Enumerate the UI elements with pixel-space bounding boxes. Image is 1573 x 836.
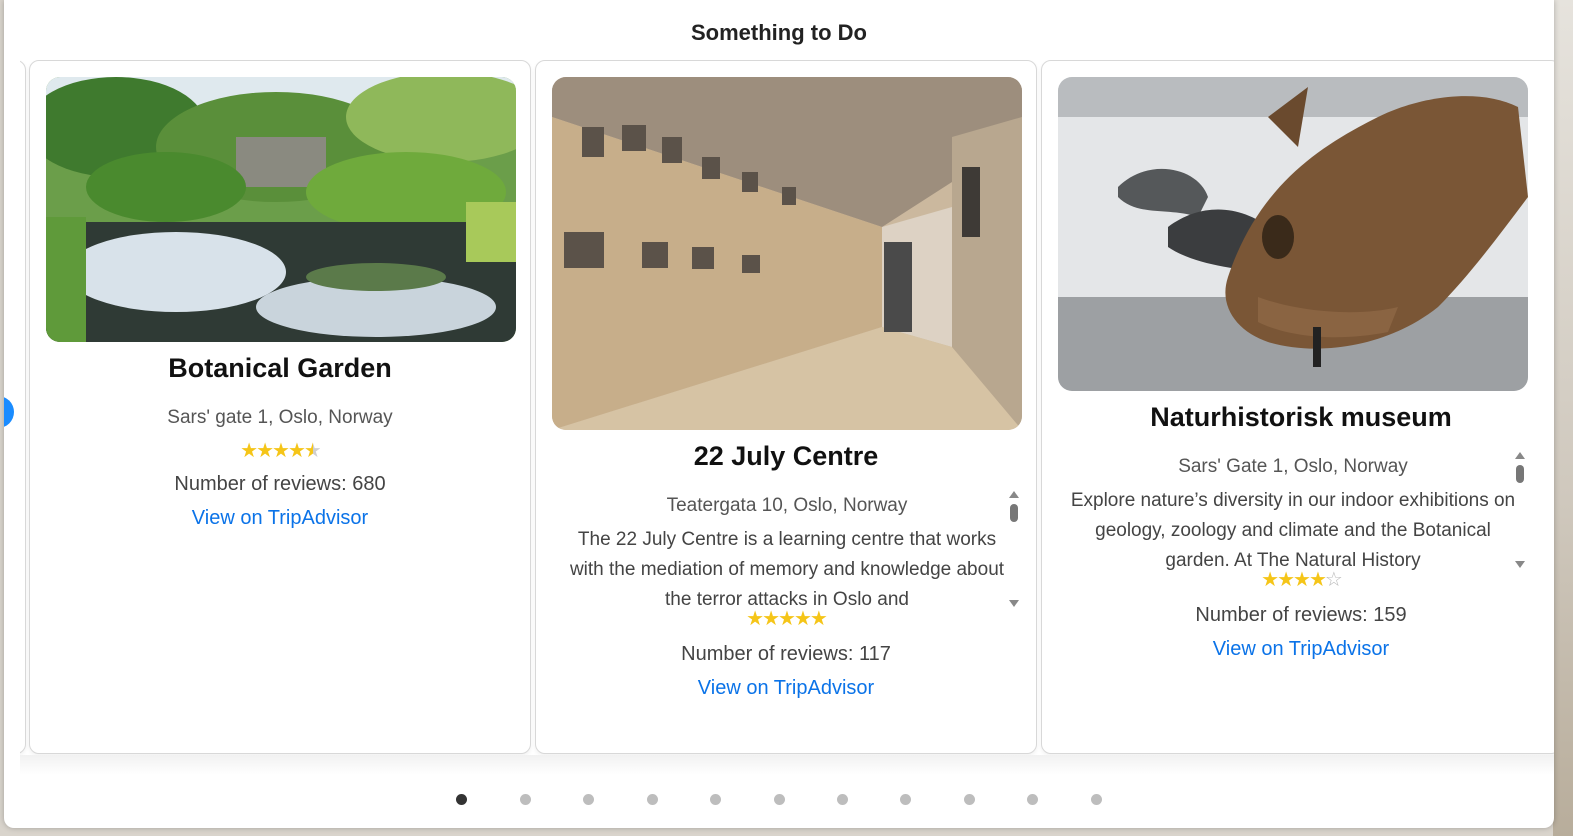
- review-count: Number of reviews: 680: [174, 473, 386, 495]
- attraction-name: 22 July Centre: [693, 441, 879, 471]
- star-icon: ★: [762, 608, 780, 630]
- pagination-dot[interactable]: [773, 794, 785, 805]
- attraction-name: Botanical Garden: [168, 353, 392, 383]
- carousel-card-previous: [20, 60, 26, 754]
- half-star-icon: ★: [303, 440, 322, 462]
- star-icon: ★: [256, 440, 274, 462]
- background-photo-edge: [1553, 0, 1573, 836]
- modal-title: Something to Do: [691, 20, 867, 45]
- description-scroll-area[interactable]: Teatergata 10, Oslo, Norway The 22 July …: [562, 491, 1012, 609]
- rating-stars: ★★★★★: [30, 441, 530, 461]
- star-icon: ★: [1308, 569, 1327, 591]
- star-icon: ★: [287, 440, 306, 462]
- things-to-do-modal: Something to Do Botanical Garden Sars' g…: [4, 0, 1554, 828]
- attraction-photo: [552, 77, 1022, 430]
- exhibition-hall-image: [552, 77, 1022, 430]
- attraction-card: Botanical Garden Sars' gate 1, Oslo, Nor…: [29, 60, 531, 754]
- attraction-description: Explore nature’s diversity in our indoor…: [1070, 490, 1516, 570]
- pagination-dot[interactable]: [646, 794, 658, 805]
- empty-star-icon: ☆: [1324, 569, 1343, 591]
- pagination-dot[interactable]: [583, 794, 595, 805]
- star-icon: ★: [778, 608, 796, 630]
- attraction-photo: [1058, 77, 1528, 391]
- carousel-track[interactable]: Botanical Garden Sars' gate 1, Oslo, Nor…: [20, 60, 1554, 758]
- attraction-name: Naturhistorisk museum: [1150, 402, 1452, 432]
- pagination-dot[interactable]: [963, 794, 975, 805]
- pagination-dot[interactable]: [1027, 794, 1039, 805]
- attraction-address: Sars' Gate 1, Oslo, Norway: [1178, 456, 1408, 477]
- star-icon: ★: [1261, 569, 1279, 591]
- tripadvisor-link[interactable]: View on TripAdvisor: [536, 677, 1036, 700]
- carousel-pagination: [4, 792, 1554, 810]
- description-scroll-area[interactable]: Sars' Gate 1, Oslo, Norway Explore natur…: [1068, 452, 1518, 570]
- tripadvisor-link[interactable]: View on TripAdvisor: [30, 507, 530, 530]
- attraction-description: The 22 July Centre is a learning centre …: [569, 529, 1005, 609]
- scroll-down-icon[interactable]: [1515, 561, 1525, 568]
- review-count: Number of reviews: 159: [1195, 604, 1407, 626]
- pagination-dot[interactable]: [456, 794, 468, 805]
- track-shadow: [20, 755, 1554, 775]
- tripadvisor-link[interactable]: View on TripAdvisor: [1042, 638, 1554, 661]
- star-icon: ★: [809, 608, 828, 630]
- rating-stars: ★★★★★: [536, 609, 1036, 629]
- description-scrollbar[interactable]: [1514, 452, 1526, 568]
- attraction-card: Naturhistorisk museum Sars' Gate 1, Oslo…: [1041, 60, 1554, 754]
- attraction-address: Sars' gate 1, Oslo, Norway: [167, 407, 393, 428]
- garden-pond-image: [46, 77, 516, 342]
- star-icon: ★: [793, 608, 812, 630]
- scroll-up-icon[interactable]: [1009, 491, 1019, 498]
- pagination-dot[interactable]: [900, 794, 912, 805]
- pagination-dot[interactable]: [519, 794, 531, 805]
- description-scrollbar[interactable]: [1008, 491, 1020, 607]
- attraction-card: 22 July Centre Teatergata 10, Oslo, Norw…: [535, 60, 1037, 754]
- scroll-down-icon[interactable]: [1009, 600, 1019, 607]
- carousel-prev-button[interactable]: ‹: [4, 396, 14, 428]
- rating-stars: ★★★★☆: [1042, 570, 1554, 590]
- attraction-address: Teatergata 10, Oslo, Norway: [666, 495, 908, 516]
- scroll-thumb[interactable]: [1010, 504, 1018, 522]
- star-icon: ★: [746, 608, 764, 630]
- pagination-dot[interactable]: [1090, 794, 1102, 805]
- scroll-thumb[interactable]: [1516, 465, 1524, 483]
- star-icon: ★: [272, 440, 290, 462]
- pagination-dot[interactable]: [836, 794, 848, 805]
- dinosaur-skull-image: [1058, 77, 1528, 391]
- star-icon: ★: [1293, 569, 1311, 591]
- scroll-up-icon[interactable]: [1515, 452, 1525, 459]
- star-icon: ★: [240, 440, 258, 462]
- star-icon: ★: [1277, 569, 1295, 591]
- review-count: Number of reviews: 117: [681, 643, 891, 665]
- pagination-dot[interactable]: [710, 794, 722, 805]
- attraction-photo: [46, 77, 516, 342]
